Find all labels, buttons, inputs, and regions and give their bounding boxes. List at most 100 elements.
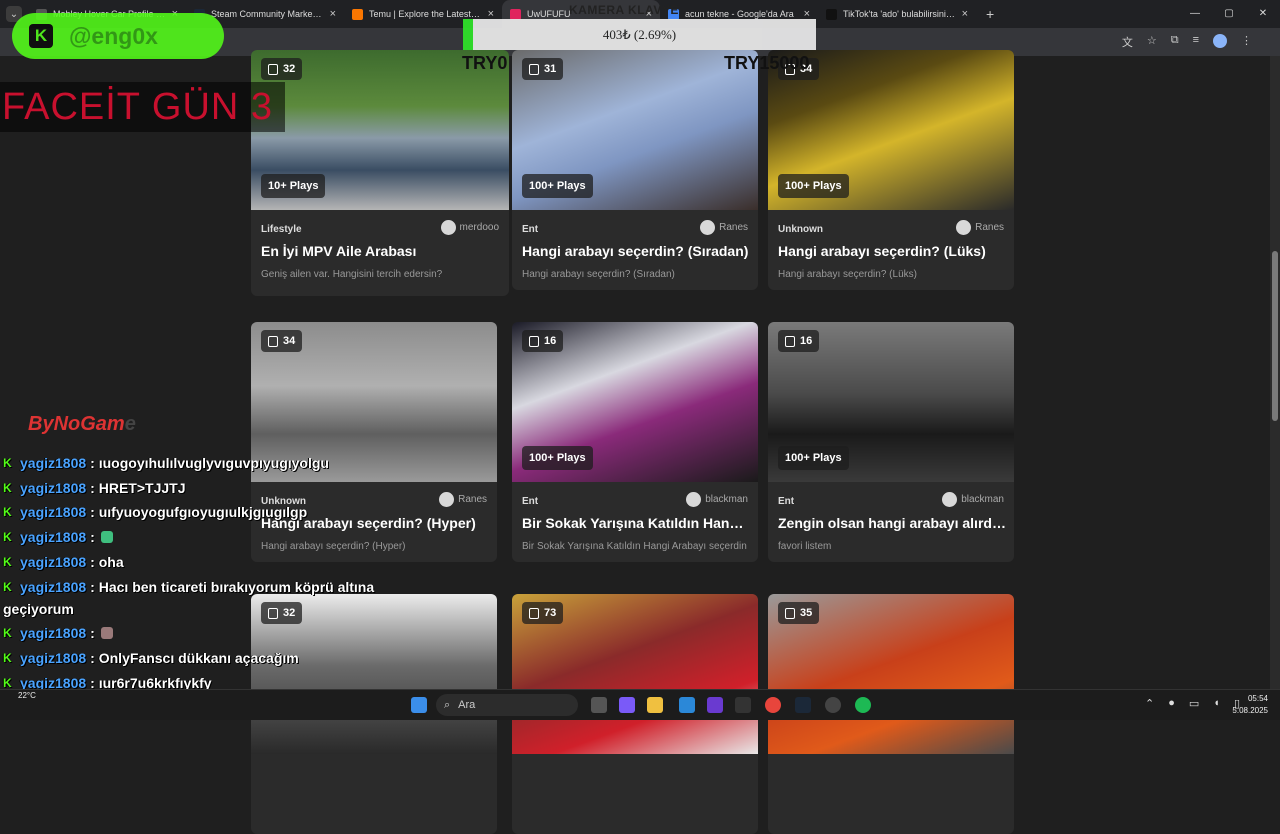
card-author[interactable]: Ranes: [700, 220, 748, 235]
card-plays-badge: 100+ Plays: [778, 446, 849, 470]
quiz-card[interactable]: 34 100+ Plays Unknown Ranes Hangi arabayı se…: [768, 50, 1014, 290]
card-author[interactable]: merdooo: [440, 220, 499, 235]
close-tab-icon[interactable]: ×: [330, 8, 336, 20]
chat-message: Kyagiz1808:: [3, 529, 113, 545]
chat-message: Kyagiz1808: Hacı ben ticareti bırakıyoru…: [3, 578, 375, 595]
close-tab-icon[interactable]: ×: [962, 8, 968, 20]
bookmark-star-icon[interactable]: ☆: [1147, 34, 1157, 50]
kick-badge-icon: K: [3, 456, 12, 470]
chrome-icon[interactable]: [765, 697, 781, 713]
chat-username[interactable]: yagiz1808: [20, 504, 86, 520]
goal-title: KAMERA KLAVYE: [569, 3, 679, 17]
tray-chevron-icon[interactable]: ⌃: [1145, 697, 1154, 710]
task-view-icon[interactable]: [591, 697, 607, 713]
card-plays-badge: 100+ Plays: [522, 174, 593, 198]
card-title[interactable]: Hangi arabayı seçerdin? (Sıradan): [522, 243, 750, 259]
chat-text: OnlyFanscı dükkanı açacağım: [98, 649, 299, 666]
page-scrollbar[interactable]: [1270, 56, 1280, 689]
quiz-card[interactable]: 16 100+ Plays Ent blackman Zengin olsan hang…: [768, 322, 1014, 562]
edge-icon[interactable]: [679, 697, 695, 713]
stack-icon: [785, 607, 795, 619]
sponsor-logo: ByNoGame: [28, 413, 136, 435]
copilot-icon[interactable]: [619, 697, 635, 713]
close-window-button[interactable]: ✕: [1246, 0, 1280, 28]
stack-icon: [268, 607, 278, 619]
chat-username[interactable]: yagiz1808: [20, 650, 86, 666]
user-avatar-icon: [700, 220, 716, 235]
user-avatar-icon: [439, 492, 455, 507]
user-avatar-icon: [942, 492, 958, 507]
chat-text: Hacı ben ticareti bırakıyorum köprü altı…: [98, 578, 375, 595]
volume-icon[interactable]: ◖: [1213, 697, 1220, 710]
chat-username[interactable]: yagiz1808: [20, 455, 86, 471]
kick-badge-icon: K: [3, 626, 12, 641]
card-title[interactable]: Zengin olsan hangi arabayı alırdın?: [778, 515, 1006, 531]
steam-icon[interactable]: [795, 697, 811, 713]
chat-username[interactable]: yagiz1808: [20, 554, 86, 570]
quiz-card[interactable]: 31 100+ Plays Ent Ranes Hangi arabayı seçerd…: [512, 50, 758, 290]
scroll-thumb[interactable]: [1272, 251, 1278, 421]
weather-widget[interactable]: 22°C: [18, 691, 36, 700]
media-icon[interactable]: ≡: [1193, 34, 1199, 50]
card-description: Hangi arabayı seçerdin? (Hyper): [261, 541, 406, 552]
card-category: Ent: [778, 496, 795, 507]
github-icon[interactable]: [825, 697, 841, 713]
card-category: Unknown: [778, 224, 823, 235]
kick-badge-icon: K: [3, 554, 12, 569]
tab-title: acun tekne - Google'da Ara: [685, 9, 794, 19]
taskbar-clock[interactable]: 05:54 5.08.2025: [1232, 693, 1268, 717]
chat-message: Kyagiz1808: HRET>TJJTJ: [3, 479, 186, 496]
extensions-icon[interactable]: ⧉: [1171, 34, 1179, 50]
translate-icon[interactable]: 文: [1122, 34, 1133, 50]
spotify-icon[interactable]: [855, 697, 871, 713]
chat-message: Kyagiz1808: ıuogoyıhulılvuglyvıguvpıyugı…: [3, 455, 329, 471]
quiz-card[interactable]: 34 Unknown Ranes Hangi arabayı seçerdin? (H…: [251, 322, 497, 562]
stack-icon: [785, 335, 795, 347]
obs-icon[interactable]: [735, 697, 751, 713]
quiz-card[interactable]: 16 100+ Plays Ent blackman Bir Sokak Yarışın…: [512, 322, 758, 562]
tab-title: Steam Community Market :: Listings: [211, 9, 324, 19]
chat-message-continuation: geçiyorum: [3, 601, 74, 618]
app-icon[interactable]: [707, 697, 723, 713]
kick-badge-icon: K: [3, 579, 12, 594]
chat-username[interactable]: yagiz1808: [20, 579, 86, 595]
chat-username[interactable]: yagiz1808: [20, 529, 86, 545]
windows-start-icon[interactable]: [411, 697, 427, 713]
minimize-button[interactable]: —: [1178, 0, 1212, 28]
network-icon[interactable]: ▭: [1189, 697, 1199, 710]
card-category: Ent: [522, 496, 539, 507]
user-avatar-icon: [956, 220, 972, 235]
card-author[interactable]: blackman: [686, 492, 748, 507]
card-author[interactable]: blackman: [942, 492, 1004, 507]
quiz-card[interactable]: 32 10+ Plays Lifestyle merdooo En İyi MPV Ai…: [251, 50, 509, 296]
tab-favicon-icon: [510, 8, 521, 20]
browser-tab[interactable]: TikTok'ta 'ado' bulabilirsiniz | TikTok ×: [818, 0, 976, 28]
card-title[interactable]: Hangi arabayı seçerdin? (Lüks): [778, 243, 1006, 259]
window-controls: — ▢ ✕: [1178, 0, 1280, 28]
new-tab-button[interactable]: +: [986, 6, 994, 22]
system-tray: ⌃ ● ▭ ◖ ▯: [1145, 697, 1240, 710]
chat-text: ıuogoyıhulılvuglyvıguvpıyugıyolgu: [98, 455, 329, 471]
profile-avatar[interactable]: [1213, 34, 1227, 48]
card-description: Hangi arabayı seçerdin? (Lüks): [778, 269, 917, 280]
mic-icon[interactable]: ●: [1168, 697, 1175, 710]
card-title[interactable]: En İyi MPV Aile Arabası: [261, 243, 489, 259]
tab-title: TikTok'ta 'ado' bulabilirsiniz | TikTok: [843, 9, 956, 19]
chat-username[interactable]: yagiz1808: [20, 480, 86, 496]
clock-date: 5.08.2025: [1232, 706, 1268, 715]
card-author[interactable]: Ranes: [439, 492, 487, 507]
card-author[interactable]: Ranes: [956, 220, 1004, 235]
chat-username[interactable]: yagiz1808: [20, 625, 86, 641]
menu-icon[interactable]: ⋮: [1241, 34, 1252, 50]
goal-max-label: TRY15000: [724, 53, 810, 73]
stack-icon: [529, 335, 539, 347]
card-description: favori listem: [778, 541, 832, 552]
kick-badge-icon: K: [3, 505, 12, 520]
chat-message: Kyagiz1808: oha: [3, 553, 124, 570]
stack-icon: [268, 335, 278, 347]
taskbar-search[interactable]: ⌕ Ara: [436, 694, 578, 716]
card-item-count: 16: [522, 330, 564, 352]
card-title[interactable]: Bir Sokak Yarışına Katıldın Hangi...: [522, 515, 750, 531]
maximize-button[interactable]: ▢: [1212, 0, 1246, 28]
file-explorer-icon[interactable]: [647, 697, 663, 713]
